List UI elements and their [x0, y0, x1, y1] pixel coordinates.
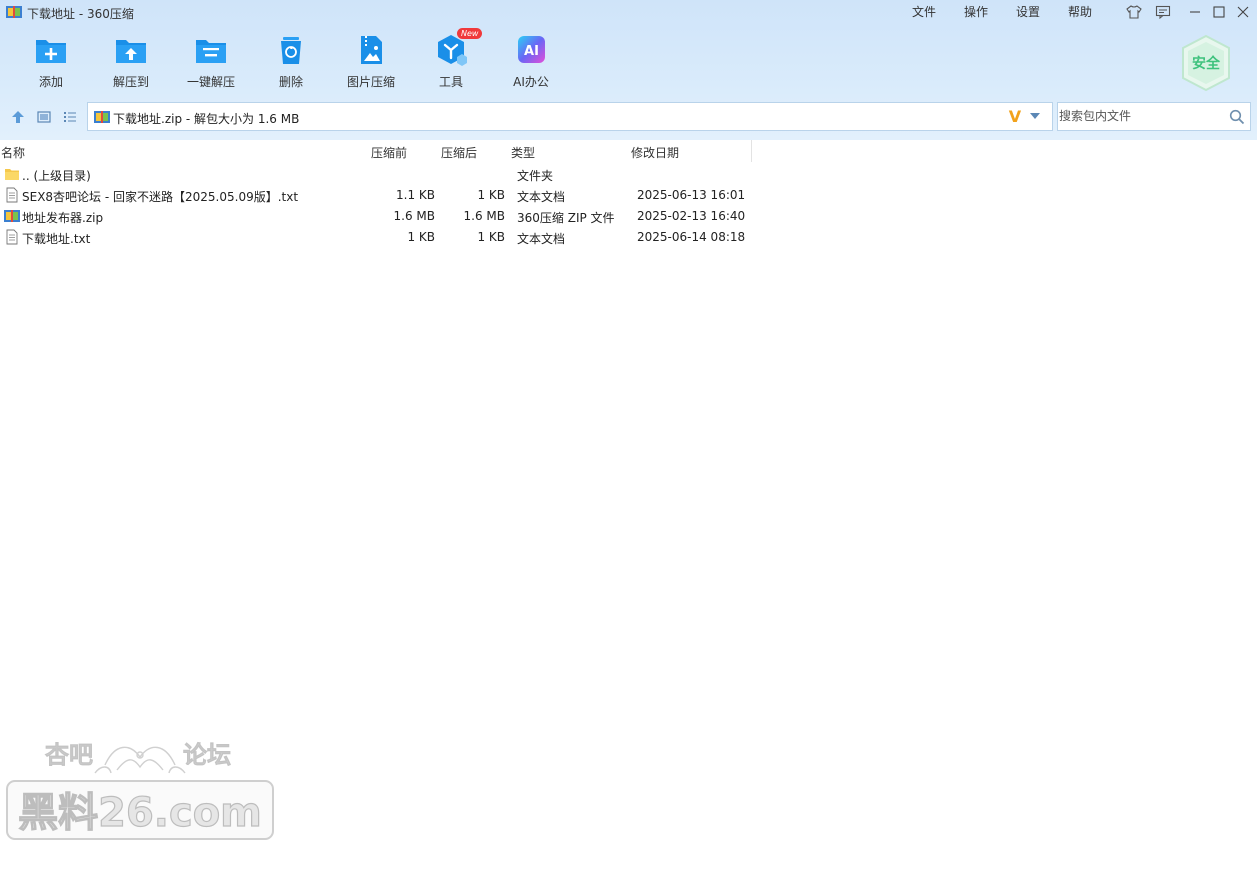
- one-click-extract-button[interactable]: 一键解压: [179, 34, 243, 94]
- tools-label: 工具: [438, 75, 463, 89]
- table-row[interactable]: 下载地址.txt 1 KB 1 KB 文本文档 2025-06-14 08:18: [0, 227, 760, 248]
- menu-help[interactable]: 帮助: [1068, 3, 1092, 20]
- new-badge: New: [457, 28, 483, 39]
- skin-icon[interactable]: [1125, 3, 1143, 21]
- ornament-icon: [94, 746, 186, 774]
- add-archive-icon: [36, 40, 66, 63]
- column-type[interactable]: 类型: [511, 144, 535, 161]
- text-file-icon: [6, 229, 18, 245]
- file-name: 地址发布器.zip: [22, 211, 104, 225]
- svg-text:论坛: 论坛: [183, 741, 231, 769]
- svg-text:AI: AI: [524, 44, 539, 59]
- file-type: 文件夹: [517, 169, 554, 183]
- extract-to-icon: [116, 40, 146, 63]
- search-input[interactable]: [1059, 109, 1219, 123]
- address-bar[interactable]: 下载地址.zip - 解包大小为 1.6 MB V: [87, 102, 1053, 131]
- address-path: 下载地址.zip - 解包大小为 1.6 MB: [113, 112, 300, 126]
- one-click-extract-label: 一键解压: [186, 75, 235, 89]
- app-logo-icon: [6, 6, 22, 18]
- menu-settings[interactable]: 设置: [1016, 3, 1040, 20]
- svg-text:黑料26.com: 黑料26.com: [18, 790, 262, 836]
- ai-office-icon: AI: [518, 36, 545, 63]
- size-after: 1.6 MB: [463, 209, 505, 223]
- text-file-icon: [6, 187, 18, 203]
- file-name: .. (上级目录): [22, 169, 91, 183]
- address-dropdown-icon[interactable]: [1030, 113, 1040, 119]
- vip-icon[interactable]: V: [1006, 107, 1024, 125]
- column-divider: [751, 140, 752, 162]
- file-type: 文本文档: [517, 190, 566, 204]
- column-modified[interactable]: 修改日期: [631, 144, 679, 161]
- modified-date: 2025-06-13 16:01: [637, 188, 746, 202]
- table-row[interactable]: .. (上级目录) 文件夹: [0, 164, 760, 185]
- file-type: 文本文档: [517, 232, 566, 246]
- tools-button[interactable]: New 工具: [419, 28, 483, 94]
- svg-text:杏吧: 杏吧: [45, 741, 93, 769]
- thumbnail-view-icon[interactable]: [35, 108, 53, 126]
- column-size-before[interactable]: 压缩前: [371, 144, 407, 161]
- column-name[interactable]: 名称: [1, 144, 25, 161]
- column-size-after[interactable]: 压缩后: [441, 144, 477, 161]
- up-level-icon[interactable]: [9, 108, 27, 126]
- table-row[interactable]: SEX8杏吧论坛 - 回家不迷路【2025.05.09版】.txt 1.1 KB…: [0, 185, 760, 206]
- close-icon[interactable]: [1234, 3, 1252, 21]
- archive-path-icon: [94, 111, 110, 123]
- search-box[interactable]: [1057, 102, 1251, 131]
- maximize-icon[interactable]: [1210, 3, 1228, 21]
- title-bar: 下载地址 - 360压缩 文件 操作 设置 帮助: [0, 0, 1257, 24]
- folder-icon: [5, 169, 19, 180]
- file-type: 360压缩 ZIP 文件: [517, 211, 615, 225]
- one-click-extract-icon: [196, 40, 226, 63]
- delete-button[interactable]: 删除: [259, 34, 323, 94]
- security-status-badge[interactable]: 安全: [1180, 34, 1232, 92]
- extract-to-label: 解压到: [112, 75, 149, 89]
- add-button[interactable]: 添加: [19, 34, 83, 94]
- add-label: 添加: [38, 75, 63, 89]
- file-name: 下载地址.txt: [22, 232, 91, 246]
- modified-date: 2025-02-13 16:40: [637, 209, 746, 223]
- search-icon[interactable]: [1229, 109, 1245, 125]
- zip-file-icon: [4, 210, 20, 222]
- delete-label: 删除: [278, 75, 303, 89]
- extract-to-button[interactable]: 解压到: [99, 34, 163, 94]
- size-before: 1.1 KB: [396, 188, 435, 202]
- menu-operation[interactable]: 操作: [964, 3, 988, 20]
- watermark-logo: 杏吧 论坛 黑料26.com: [6, 741, 274, 840]
- svg-text:V: V: [1009, 107, 1022, 125]
- file-name: SEX8杏吧论坛 - 回家不迷路【2025.05.09版】.txt: [22, 190, 299, 204]
- feedback-icon[interactable]: [1154, 3, 1172, 21]
- image-compress-label: 图片压缩: [346, 75, 395, 89]
- ai-office-label: AI办公: [513, 75, 549, 89]
- file-list-header: 名称 压缩前 压缩后 类型 修改日期: [0, 140, 1257, 162]
- menu-file[interactable]: 文件: [912, 3, 936, 20]
- list-view-icon[interactable]: [61, 108, 79, 126]
- window-title: 下载地址 - 360压缩: [27, 7, 134, 21]
- size-before: 1 KB: [407, 230, 435, 244]
- table-row[interactable]: 地址发布器.zip 1.6 MB 1.6 MB 360压缩 ZIP 文件 202…: [0, 206, 760, 227]
- image-compress-icon: [361, 36, 382, 64]
- image-compress-button[interactable]: 图片压缩: [339, 34, 403, 94]
- size-before: 1.6 MB: [393, 209, 435, 223]
- delete-icon: [281, 37, 301, 64]
- size-after: 1 KB: [477, 188, 505, 202]
- ai-office-button[interactable]: AI AI办公: [499, 34, 563, 94]
- size-after: 1 KB: [477, 230, 505, 244]
- top-panel: 下载地址 - 360压缩 文件 操作 设置 帮助 添加 解压到 一键解压 删除 …: [0, 0, 1257, 140]
- minimize-icon[interactable]: [1186, 3, 1204, 21]
- modified-date: 2025-06-14 08:18: [637, 230, 746, 244]
- svg-text:安全: 安全: [1192, 55, 1221, 72]
